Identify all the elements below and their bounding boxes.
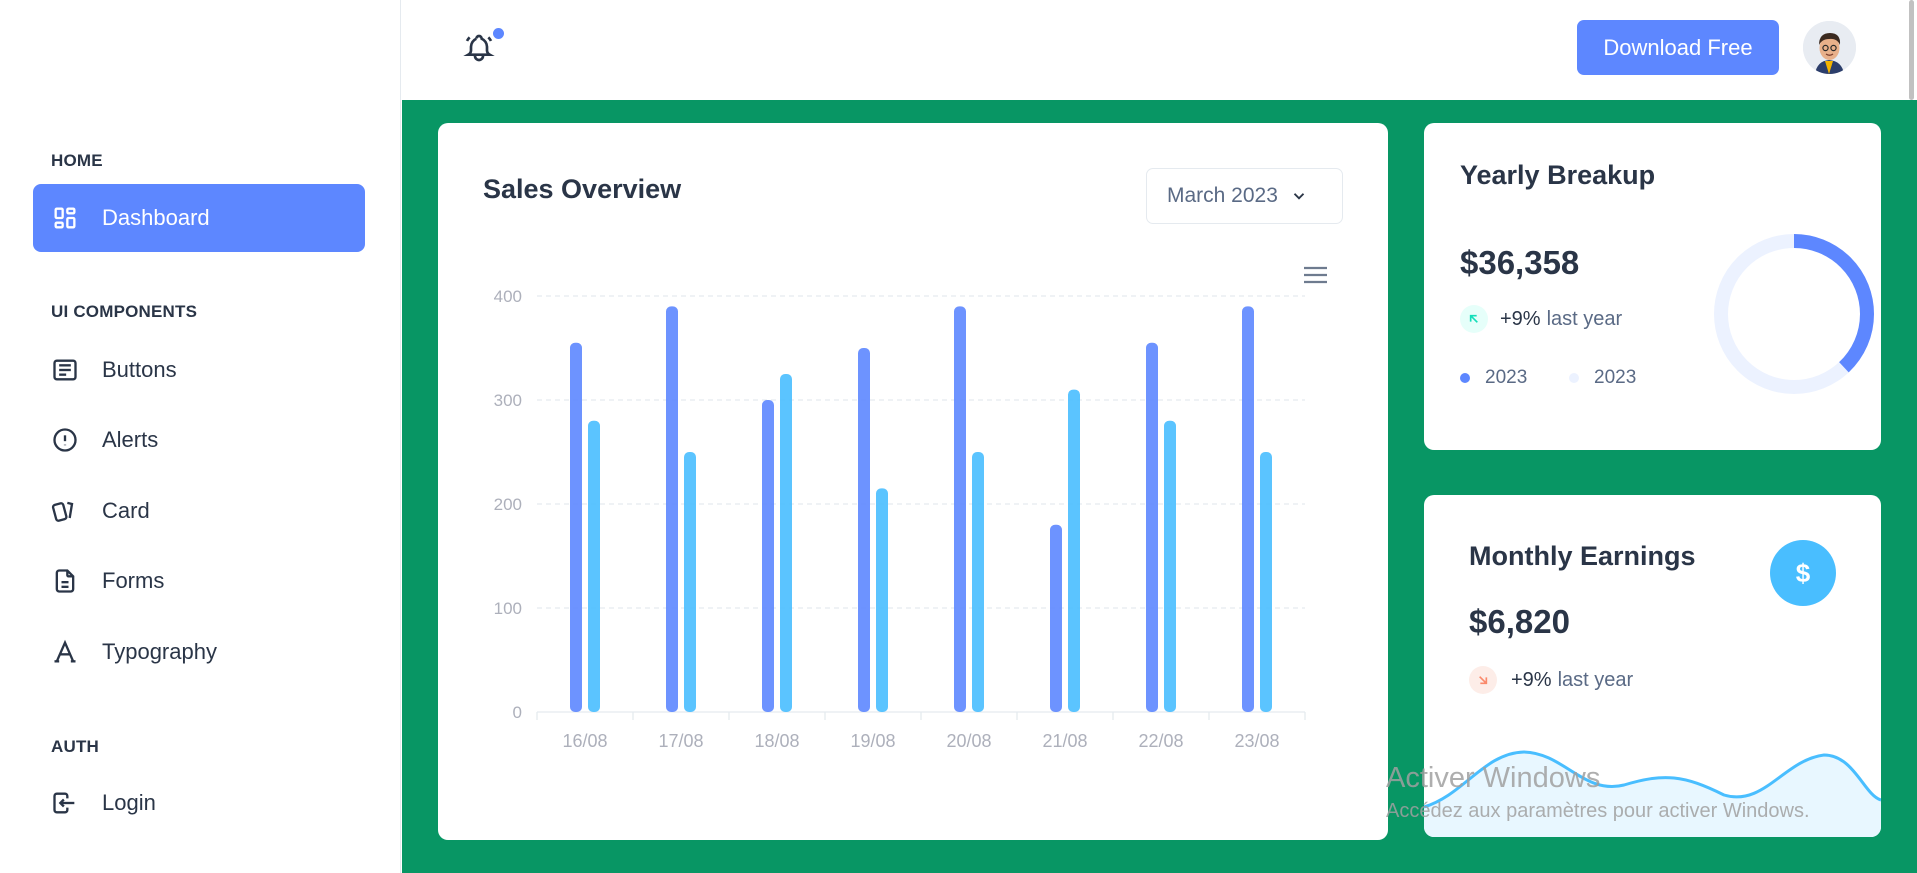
monthly-trend-pct: +9% bbox=[1511, 668, 1552, 691]
monthly-trend-text: last year bbox=[1557, 668, 1634, 691]
sidebar-item-label: Card bbox=[102, 498, 150, 523]
notification-dot bbox=[493, 28, 504, 39]
y-tick-label: 400 bbox=[494, 287, 522, 306]
bell-ringing-icon[interactable] bbox=[463, 32, 495, 64]
sidebar-item-label: Buttons bbox=[102, 357, 177, 382]
login-icon bbox=[50, 788, 80, 818]
sidebar-item-label: Dashboard bbox=[102, 205, 210, 230]
sidebar-item-buttons[interactable]: Buttons bbox=[33, 336, 365, 404]
x-tick-label: 19/08 bbox=[850, 731, 895, 751]
chart-bar bbox=[876, 488, 888, 712]
chevron-down-icon bbox=[1293, 193, 1305, 200]
x-tick-label: 17/08 bbox=[658, 731, 703, 751]
alert-circle-icon bbox=[50, 425, 80, 455]
nav-section-home: HOME bbox=[51, 151, 103, 170]
dollar-icon[interactable]: $ bbox=[1770, 540, 1836, 606]
y-tick-label: 0 bbox=[513, 703, 522, 722]
x-tick-label: 16/08 bbox=[562, 731, 607, 751]
nav-section-auth: AUTH bbox=[51, 737, 100, 756]
page-scrollbar[interactable] bbox=[1909, 0, 1914, 100]
x-tick-label: 20/08 bbox=[946, 731, 991, 751]
chart-bar bbox=[1068, 389, 1080, 712]
download-free-button[interactable]: Download Free bbox=[1577, 20, 1779, 75]
sidebar-item-typography[interactable]: Typography bbox=[33, 618, 365, 686]
chart-bar bbox=[588, 420, 600, 712]
y-tick-label: 300 bbox=[494, 391, 522, 410]
x-tick-label: 18/08 bbox=[754, 731, 799, 751]
sidebar: HOME Dashboard UI COMPONENTS Buttons Ale… bbox=[0, 0, 401, 873]
x-tick-label: 21/08 bbox=[1042, 731, 1087, 751]
article-icon bbox=[50, 355, 80, 385]
typography-icon bbox=[50, 637, 80, 667]
month-select[interactable]: March 2023 bbox=[1146, 168, 1343, 224]
chart-bar bbox=[858, 348, 870, 712]
chart-bar bbox=[1242, 306, 1254, 712]
chart-bar bbox=[954, 306, 966, 712]
legend-item: 2023 bbox=[1569, 367, 1636, 389]
legend-label: 2023 bbox=[1594, 367, 1637, 388]
user-avatar-icon[interactable] bbox=[1803, 21, 1856, 74]
chart-bar bbox=[762, 400, 774, 712]
yearly-trend-text: last year bbox=[1546, 307, 1623, 330]
sidebar-item-forms[interactable]: Forms bbox=[33, 547, 365, 615]
chart-bar bbox=[1146, 342, 1158, 712]
yearly-breakup-title: Yearly Breakup bbox=[1460, 160, 1656, 190]
cards-icon bbox=[50, 496, 80, 526]
chart-bar bbox=[684, 452, 696, 712]
x-tick-label: 22/08 bbox=[1138, 731, 1183, 751]
yearly-breakup-value: $36,358 bbox=[1460, 244, 1580, 281]
dashboard-icon bbox=[50, 203, 80, 233]
arrow-up-left-icon bbox=[1460, 305, 1488, 333]
y-tick-label: 100 bbox=[494, 599, 522, 618]
sidebar-item-label: Typography bbox=[102, 639, 217, 664]
sidebar-item-card[interactable]: Card bbox=[33, 477, 365, 545]
legend-item: 2023 bbox=[1460, 367, 1527, 389]
yearly-donut-chart bbox=[1714, 234, 1874, 394]
chart-bar bbox=[972, 452, 984, 712]
chart-bar bbox=[570, 342, 582, 712]
legend-dot bbox=[1569, 373, 1579, 383]
sidebar-item-alerts[interactable]: Alerts bbox=[33, 406, 365, 474]
monthly-earnings-value: $6,820 bbox=[1469, 603, 1570, 640]
yearly-trend: +9% last year bbox=[1460, 305, 1622, 333]
file-description-icon bbox=[50, 566, 80, 596]
chart-bar bbox=[666, 306, 678, 712]
chart-bar bbox=[1164, 420, 1176, 712]
sidebar-item-login[interactable]: Login bbox=[33, 769, 365, 837]
sales-overview-title: Sales Overview bbox=[483, 174, 682, 204]
sidebar-item-label: Login bbox=[102, 790, 156, 815]
monthly-earnings-title: Monthly Earnings bbox=[1469, 541, 1696, 571]
x-tick-label: 23/08 bbox=[1234, 731, 1279, 751]
month-select-value: March 2023 bbox=[1167, 184, 1278, 207]
sidebar-item-label: Alerts bbox=[102, 427, 159, 452]
chart-bar bbox=[1050, 524, 1062, 712]
chart-bar bbox=[780, 374, 792, 712]
sidebar-item-dashboard[interactable]: Dashboard bbox=[33, 184, 365, 252]
yearly-trend-pct: +9% bbox=[1500, 307, 1541, 330]
sidebar-item-label: Forms bbox=[102, 568, 165, 593]
monthly-trend: +9% last year bbox=[1469, 666, 1633, 694]
arrow-down-right-icon bbox=[1469, 666, 1497, 694]
y-tick-label: 200 bbox=[494, 495, 522, 514]
legend-dot bbox=[1460, 373, 1470, 383]
nav-section-ui-components: UI COMPONENTS bbox=[51, 302, 198, 321]
sales-bar-chart: 0 100 200 300 400 16/08 17/08 18/08 19/08 20/08 21… bbox=[494, 287, 1306, 751]
legend-label: 2023 bbox=[1485, 367, 1528, 388]
chart-bar bbox=[1260, 452, 1272, 712]
